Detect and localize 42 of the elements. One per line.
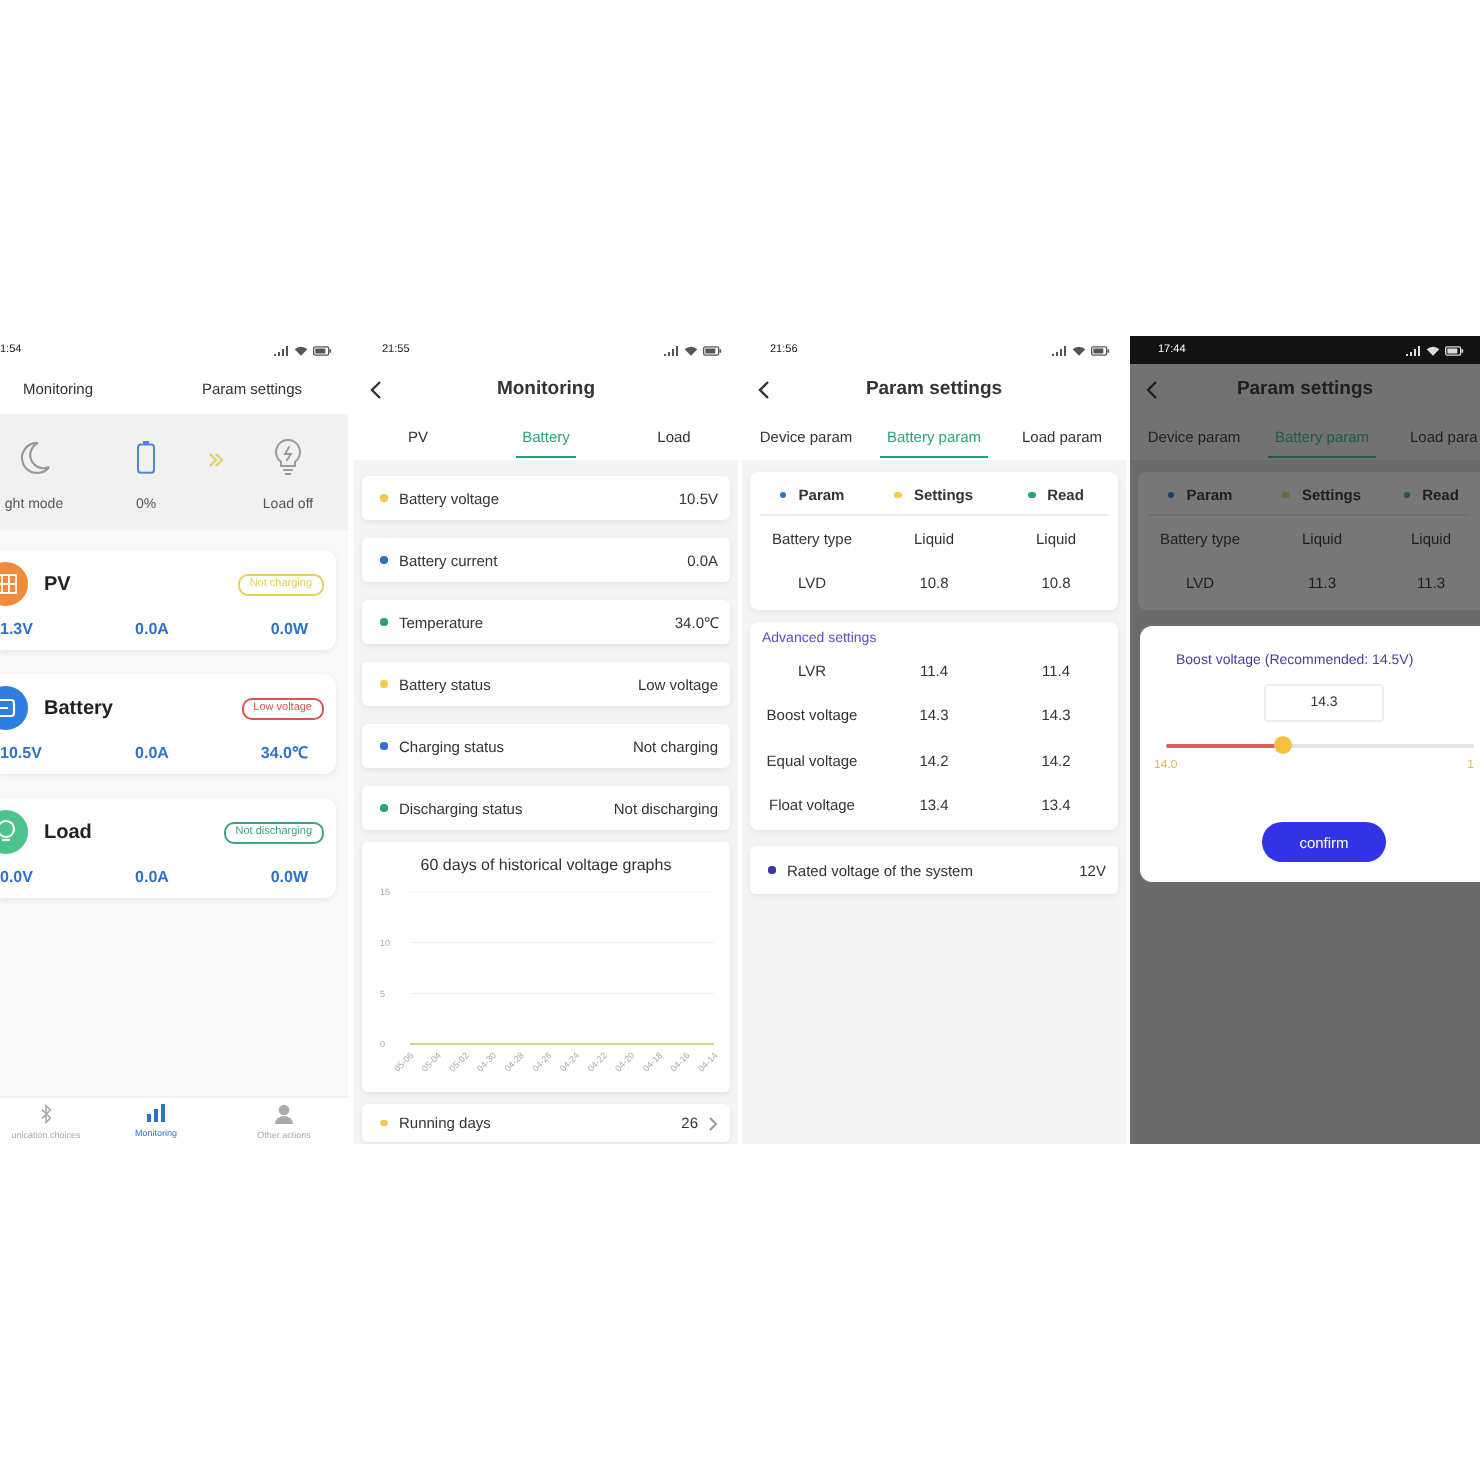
battery-icon: [1090, 345, 1110, 355]
screen-title: Param settings: [1234, 378, 1376, 400]
chevron-left-icon: [369, 379, 381, 399]
wifi-icon: [293, 345, 307, 355]
chart-title: 60 days of historical voltage graphs: [420, 856, 672, 876]
reading-value: 0.0V: [0, 868, 35, 888]
wifi-icon: [1425, 345, 1439, 355]
chevron-left-icon: [1145, 379, 1157, 399]
reading-value: 0.0A: [135, 868, 169, 888]
card-title: Battery: [44, 697, 113, 719]
signal-icon: [274, 345, 288, 355]
double-chevron-icon: [208, 452, 224, 468]
wifi-icon: [683, 345, 697, 355]
signal-icon: [1406, 345, 1420, 355]
screen-title: Monitoring: [494, 378, 598, 400]
bar-chart-icon: [146, 1104, 166, 1122]
screen-title: Param settings: [863, 378, 1005, 400]
reading-value: 0.0A: [135, 744, 169, 764]
slider-thumb[interactable]: [1274, 736, 1293, 754]
wifi-icon: [1071, 345, 1085, 355]
back-button[interactable]: [756, 379, 770, 399]
reading-value: 0.0A: [135, 620, 169, 640]
battery-icon: [312, 345, 332, 355]
signal-icon: [1052, 345, 1066, 355]
reading-value: 0.0W: [270, 620, 308, 640]
card-title: PV: [44, 573, 71, 595]
reading-value: 0.0W: [270, 868, 308, 888]
reading-value: 1.3V: [0, 620, 35, 640]
back-button[interactable]: [368, 379, 382, 399]
chevron-left-icon: [757, 379, 769, 399]
signal-icon: [664, 345, 678, 355]
battery-icon: [1444, 345, 1464, 355]
chevron-right-icon: [708, 1115, 718, 1131]
battery-icon: [702, 345, 722, 355]
battery-icon: [136, 440, 156, 474]
reading-value: 10.5V: [0, 744, 44, 764]
reading-value: 34.0℃: [260, 744, 308, 764]
bulb-icon: [274, 438, 302, 476]
moon-icon: [16, 439, 52, 475]
bluetooth-icon: [39, 1104, 53, 1124]
card-title: Load: [44, 821, 92, 843]
person-icon: [274, 1104, 294, 1124]
